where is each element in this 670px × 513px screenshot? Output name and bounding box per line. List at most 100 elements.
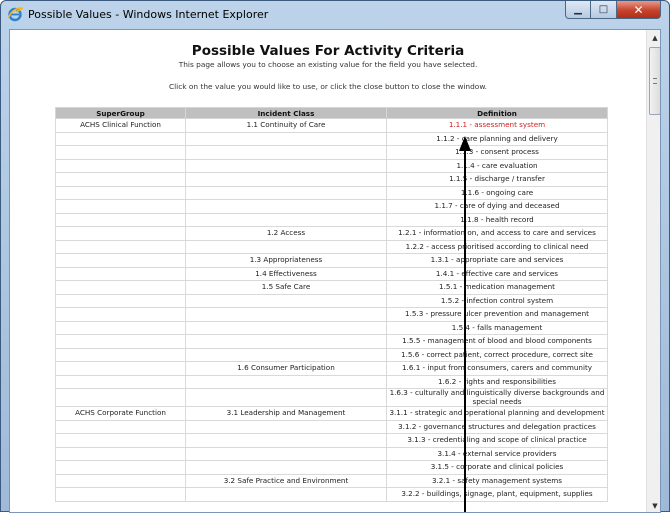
column-header-definition: Definition: [386, 107, 608, 119]
minimize-button[interactable]: ▁: [565, 1, 591, 19]
table-row: ACHS Corporate Function 3.1 Leadership an…: [55, 406, 608, 421]
table-row: 1.3 Appropriateness 1.3.1 - appropriate c…: [55, 253, 608, 268]
definition-value[interactable]: 1.5.5 - management of blood and blood co…: [386, 334, 608, 349]
definition-value[interactable]: 1.1.7 - care of dying and deceased: [386, 199, 608, 214]
cell-supergroup: [55, 212, 186, 227]
definition-value[interactable]: 3.1.2 - governance structures and delega…: [386, 419, 608, 434]
cell-incident-class: [185, 131, 387, 146]
definition-value[interactable]: 1.1.3 - consent process: [386, 145, 608, 160]
scroll-up-icon[interactable]: ▲: [647, 30, 660, 46]
table-header-row: SuperGroup Incident Class Definition: [55, 107, 608, 119]
definition-value[interactable]: 1.5.1 - medication management: [386, 280, 608, 295]
cell-supergroup: [55, 266, 186, 281]
cell-incident-class: [185, 446, 387, 461]
definition-value[interactable]: 1.6.2 - rights and responsibilities: [386, 374, 608, 389]
definition-value[interactable]: 1.1.5 - discharge / transfer: [386, 172, 608, 187]
definition-value[interactable]: 1.3.1 - appropriate care and services: [386, 253, 608, 268]
definition-value[interactable]: 1.2.1 - information on, and access to ca…: [386, 226, 608, 241]
page-title: Possible Values For Activity Criteria: [191, 43, 465, 59]
column-header-supergroup: SuperGroup: [55, 107, 186, 119]
cell-supergroup: ACHS Corporate Function: [55, 406, 186, 421]
table-body: ACHS Clinical Function 1.1 Continuity of …: [55, 118, 608, 502]
definition-value-selected[interactable]: 1.1.1 - assessment system: [386, 118, 608, 133]
definition-value[interactable]: 1.1.4 - care evaluation: [386, 158, 608, 173]
definition-value[interactable]: 3.2.2 - buildings, signage, plant, equip…: [386, 487, 608, 502]
cell-incident-class: 1.4 Effectiveness: [185, 266, 387, 281]
possible-values-table: SuperGroup Incident Class Definition ACH…: [55, 107, 608, 502]
scrollbar-thumb[interactable]: [649, 47, 660, 115]
maximize-button[interactable]: □: [591, 1, 617, 19]
table-row: 1.1.7 - care of dying and deceased: [55, 199, 608, 214]
table-row: 1.5.4 - falls management: [55, 320, 608, 335]
definition-value[interactable]: 3.1.3 - credentialing and scope of clini…: [386, 433, 608, 448]
cell-supergroup: [55, 226, 186, 241]
cell-supergroup: [55, 374, 186, 389]
table-row: 1.5.2 - infection control system: [55, 293, 608, 308]
cell-supergroup: [55, 253, 186, 268]
cell-incident-class: 1.2 Access: [185, 226, 387, 241]
cell-incident-class: 1.1 Continuity of Care: [185, 118, 387, 133]
cell-incident-class: [185, 433, 387, 448]
definition-value[interactable]: 1.5.4 - falls management: [386, 320, 608, 335]
definition-value[interactable]: 1.1.6 - ongoing care: [386, 185, 608, 200]
cell-incident-class: [185, 347, 387, 362]
cell-incident-class: 3.1 Leadership and Management: [185, 406, 387, 421]
title-bar[interactable]: Possible Values - Windows Internet Explo…: [1, 1, 669, 27]
cell-supergroup: [55, 320, 186, 335]
cell-supergroup: [55, 280, 186, 295]
page-content: Possible Values For Activity Criteria Th…: [10, 30, 646, 512]
close-icon: ✕: [633, 2, 644, 17]
table-row: 1.1.3 - consent process: [55, 145, 608, 160]
cell-incident-class: [185, 388, 387, 407]
vertical-scrollbar[interactable]: ▲ ▼: [646, 30, 660, 512]
cell-incident-class: [185, 374, 387, 389]
page-subtitle: This page allows you to choose an existi…: [178, 60, 478, 69]
window-title: Possible Values - Windows Internet Explo…: [28, 7, 269, 21]
page-instruction: Click on the value you would like to use…: [168, 82, 488, 91]
cell-incident-class: [185, 320, 387, 335]
definition-value[interactable]: 3.2.1 - safety management systems: [386, 473, 608, 488]
cell-supergroup: ACHS Clinical Function: [55, 118, 186, 133]
definition-value[interactable]: 3.1.5 - corporate and clinical policies: [386, 460, 608, 475]
definition-value[interactable]: 1.5.2 - infection control system: [386, 293, 608, 308]
cell-incident-class: [185, 212, 387, 227]
table-row: 3.1.2 - governance structures and delega…: [55, 419, 608, 434]
cell-incident-class: 1.3 Appropriateness: [185, 253, 387, 268]
table-row: 1.5.6 - correct patient, correct procedu…: [55, 347, 608, 362]
definition-value[interactable]: 1.6.1 - input from consumers, carers and…: [386, 361, 608, 376]
definition-value[interactable]: 1.6.3 - culturally and linguistically di…: [386, 388, 608, 407]
table-row: 1.6.3 - culturally and linguistically di…: [55, 388, 608, 407]
scroll-down-icon[interactable]: ▼: [647, 498, 660, 512]
cell-supergroup: [55, 145, 186, 160]
cell-supergroup: [55, 293, 186, 308]
definition-value[interactable]: 1.1.2 - care planning and delivery: [386, 131, 608, 146]
definition-value[interactable]: 1.5.3 - pressure ulcer prevention and ma…: [386, 307, 608, 322]
definition-value[interactable]: 1.5.6 - correct patient, correct procedu…: [386, 347, 608, 362]
page-viewport: Possible Values For Activity Criteria Th…: [9, 29, 661, 513]
table-row: 1.1.2 - care planning and delivery: [55, 131, 608, 146]
table-row: 1.1.6 - ongoing care: [55, 185, 608, 200]
cell-supergroup: [55, 239, 186, 254]
table-row: 1.1.8 - health record: [55, 212, 608, 227]
cell-supergroup: [55, 460, 186, 475]
cell-incident-class: [185, 158, 387, 173]
cell-supergroup: [55, 473, 186, 488]
cell-incident-class: [185, 145, 387, 160]
definition-value[interactable]: 1.4.1 - effective care and services: [386, 266, 608, 281]
cell-incident-class: [185, 293, 387, 308]
definition-value[interactable]: 3.1.1 - strategic and operational planni…: [386, 406, 608, 421]
table-row: 1.1.4 - care evaluation: [55, 158, 608, 173]
close-button[interactable]: ✕: [617, 1, 661, 19]
cell-incident-class: [185, 172, 387, 187]
definition-value[interactable]: 1.2.2 - access prioritised according to …: [386, 239, 608, 254]
table-row: 1.6.2 - rights and responsibilities: [55, 374, 608, 389]
definition-value[interactable]: 3.1.4 - external service providers: [386, 446, 608, 461]
window-controls: ▁ □ ✕: [565, 1, 661, 19]
maximize-icon: □: [598, 4, 609, 15]
cell-incident-class: 1.5 Safe Care: [185, 280, 387, 295]
cell-supergroup: [55, 446, 186, 461]
cell-incident-class: [185, 239, 387, 254]
minimize-icon: ▁: [574, 4, 582, 15]
definition-value[interactable]: 1.1.8 - health record: [386, 212, 608, 227]
cell-supergroup: [55, 487, 186, 502]
